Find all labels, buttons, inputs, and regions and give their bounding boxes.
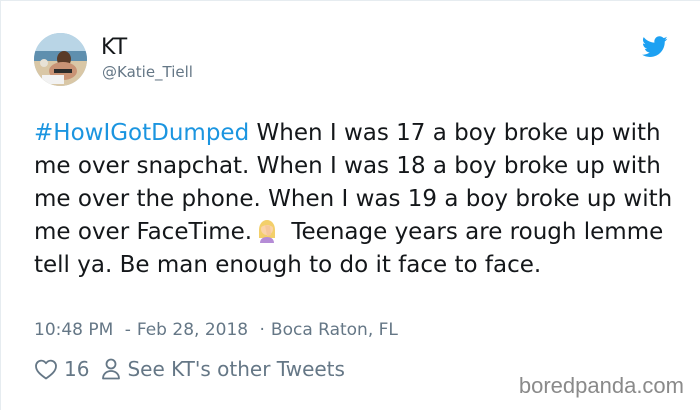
avatar[interactable] [34,33,87,86]
tweet-time[interactable]: 10:48 PM [34,320,113,340]
woman-facepalming-emoji-icon [254,217,280,243]
tweet-card: KT @Katie_Tiell #HowIGotDumped When I wa… [0,0,700,410]
see-other-tweets-link[interactable]: See KT's other Tweets [101,357,345,381]
watermark: boredpanda.com [518,373,684,398]
tweet-metadata: 10:48 PM - Feb 28, 2018 · Boca Raton, FL [34,319,398,341]
heart-icon [35,359,57,380]
tweet-actions: 16 See KT's other Tweets [34,356,345,382]
author-handle[interactable]: @Katie_Tiell [102,62,193,82]
see-other-tweets-label: See KT's other Tweets [127,357,345,381]
meta-separator-dot: · [259,320,265,340]
profile-photo-icon [34,33,87,86]
author-display-name[interactable]: KT [101,35,127,61]
tweet-date[interactable]: Feb 28, 2018 [137,320,248,340]
meta-separator-dash: - [124,320,131,340]
person-icon [102,358,121,380]
tweet-location[interactable]: Boca Raton, FL [271,320,398,340]
tweet-text: #HowIGotDumped When I was 17 a boy broke… [34,117,674,282]
like-button[interactable]: 16 [34,357,101,381]
like-count: 16 [64,357,90,381]
twitter-bird-icon[interactable] [641,36,668,58]
hashtag-link[interactable]: #HowIGotDumped [34,120,249,146]
